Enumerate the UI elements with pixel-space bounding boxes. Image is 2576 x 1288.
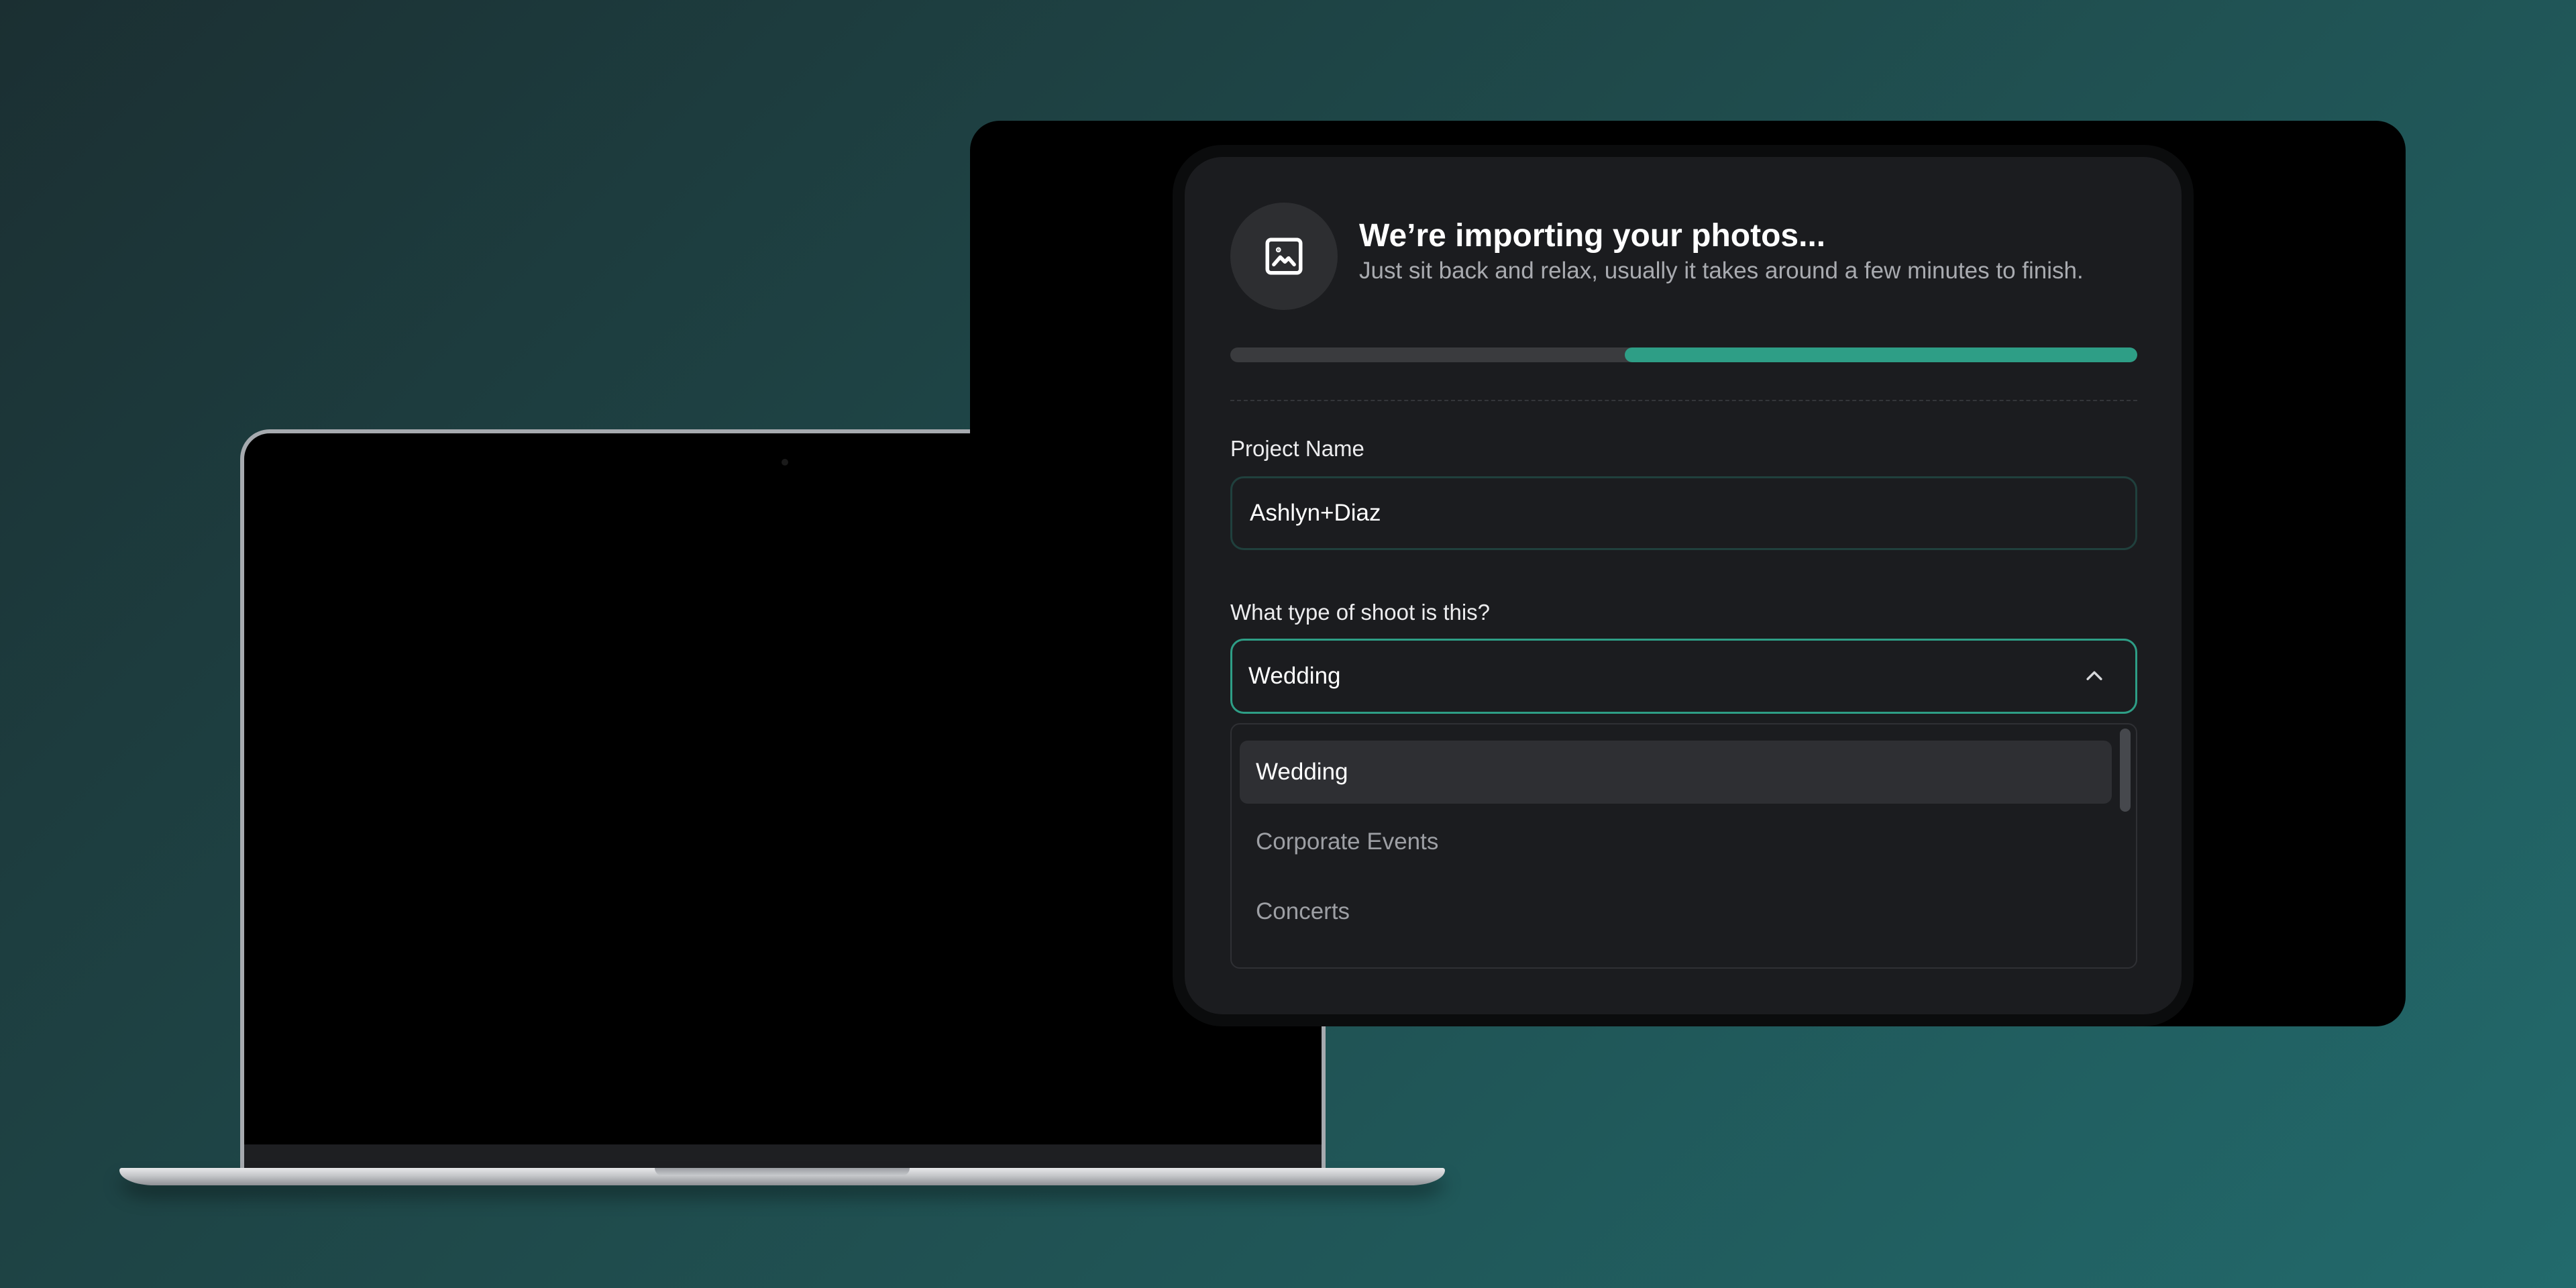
shoot-type-label: What type of shoot is this? bbox=[1230, 600, 1491, 625]
shoot-option-corporate-events[interactable]: Corporate Events bbox=[1240, 810, 2112, 873]
dialog-subtitle: Just sit back and relax, usually it take… bbox=[1359, 258, 2084, 284]
shoot-option-wedding[interactable]: Wedding bbox=[1240, 741, 2112, 804]
project-name-label: Project Name bbox=[1230, 436, 1364, 461]
shoot-type-selected-value: Wedding bbox=[1248, 663, 1341, 689]
laptop-trackpad-notch bbox=[655, 1168, 910, 1176]
shoot-type-select[interactable]: Wedding bbox=[1230, 639, 2137, 714]
section-divider bbox=[1230, 400, 2137, 401]
shoot-option-concerts[interactable]: Concerts bbox=[1240, 880, 2112, 943]
import-dialog: We’re importing your photos... Just sit … bbox=[1185, 157, 2182, 1014]
image-icon bbox=[1265, 237, 1303, 275]
laptop-base bbox=[119, 1168, 1445, 1185]
import-progress-bar bbox=[1230, 347, 2137, 362]
laptop-camera bbox=[782, 459, 788, 466]
chevron-up-icon bbox=[2086, 671, 2102, 680]
project-name-input[interactable] bbox=[1230, 476, 2137, 550]
dropdown-scrollbar[interactable] bbox=[2120, 729, 2131, 812]
dialog-title: We’re importing your photos... bbox=[1359, 218, 1826, 254]
image-icon-badge bbox=[1230, 203, 1338, 310]
shoot-type-dropdown: Wedding Corporate Events Concerts bbox=[1230, 723, 2137, 969]
import-progress-fill bbox=[1625, 347, 2137, 362]
